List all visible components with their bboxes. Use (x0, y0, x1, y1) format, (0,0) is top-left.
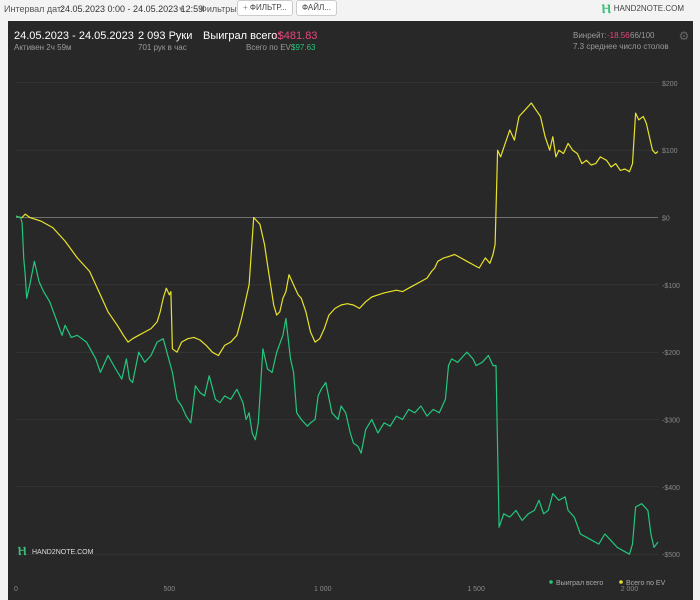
file-button[interactable]: ФАЙЛ... (296, 0, 337, 16)
y-tick-label: -$100 (662, 283, 680, 290)
interval-label: Интервал дат: (4, 4, 64, 14)
x-tick-label: 1 000 (314, 586, 332, 593)
chart-watermark: Ⲏ HAND2NOTE.COM (18, 544, 94, 558)
hand2note-logo-icon: Ⲏ (601, 1, 611, 16)
chart-panel: 24.05.2023 - 24.05.2023 Активен 2ч 59м 2… (8, 21, 693, 600)
watermark-text: HAND2NOTE.COM (32, 549, 94, 556)
y-tick-label: -$300 (662, 418, 680, 425)
x-tick-label: 1 500 (467, 586, 485, 593)
legend-marker (619, 580, 623, 584)
brand-logo: Ⲏ HAND2NOTE.COM (602, 2, 684, 15)
balance-chart: $200 $100 $0 -$100 -$200 -$300 -$400 -$500 0 500… (14, 81, 680, 593)
chart-legend: Выиграл всего Всего по EV (549, 580, 666, 587)
y-axis: $200 $100 $0 -$100 -$200 -$300 -$400 -$500 (662, 81, 680, 559)
brand-logo-text: HAND2NOTE.COM (613, 4, 684, 13)
series-line (15, 215, 659, 555)
x-tick-label: 500 (164, 586, 176, 593)
y-tick-label: -$500 (662, 552, 680, 559)
y-tick-label: -$200 (662, 350, 680, 357)
y-tick-label: $100 (662, 148, 678, 155)
x-axis: 0 500 1 000 1 500 2 000 (14, 586, 638, 593)
hand2note-watermark-icon: Ⲏ (18, 544, 27, 558)
legend-marker (549, 580, 553, 584)
legend-label: Выиграл всего (556, 580, 603, 587)
series-lines (15, 102, 659, 555)
top-toolbar: Интервал дат: 24.05.2023 0:00 - 24.05.20… (0, 0, 700, 18)
file-button-label: ФАЙЛ... (302, 3, 331, 12)
x-tick-label: 0 (14, 586, 18, 593)
x-tick-label: 2 000 (621, 586, 639, 593)
series-line (15, 102, 659, 357)
legend-label: Всего по EV (626, 580, 666, 587)
filters-label: Фильтры: (200, 4, 240, 14)
filter-button[interactable]: + ФИЛЬТР... (237, 0, 293, 16)
plus-icon: + (243, 3, 250, 12)
chevron-down-icon[interactable]: ▾ (179, 4, 184, 15)
y-tick-label: $0 (662, 216, 670, 223)
y-tick-label: -$400 (662, 485, 680, 492)
filter-button-label: ФИЛЬТР... (249, 3, 287, 12)
y-tick-label: $200 (662, 81, 678, 88)
